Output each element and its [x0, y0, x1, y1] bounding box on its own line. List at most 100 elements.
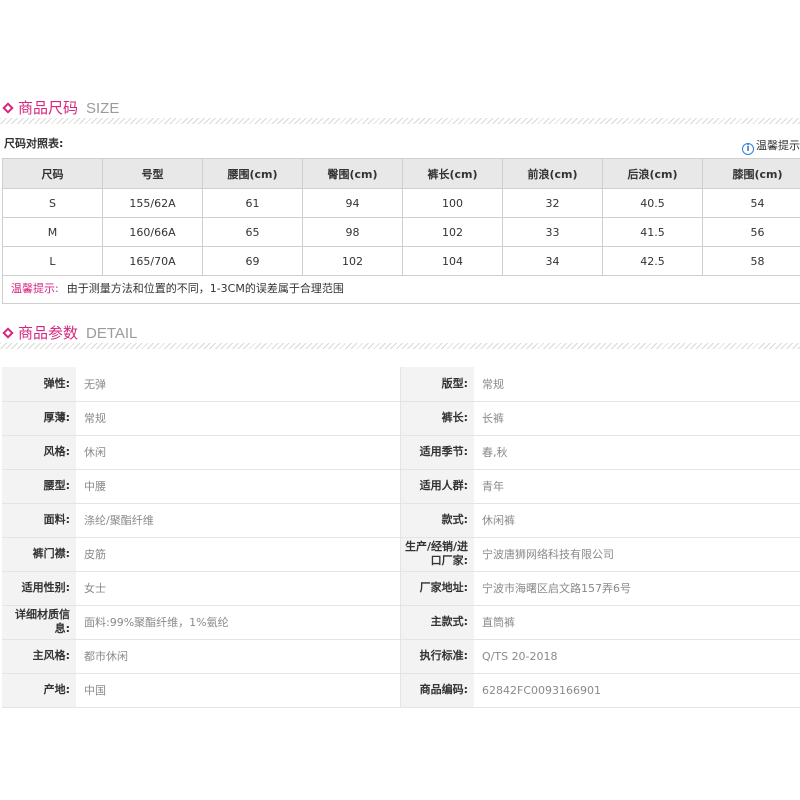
size-header-cell: 号型	[102, 158, 203, 189]
size-header-cell: 膝围(cm)	[702, 158, 800, 189]
detail-row: 详细材质信息: 面料:99%聚酯纤维，1%氨纶 主款式: 直筒裤	[2, 605, 800, 640]
detail-value: 宁波唐狮网络科技有限公司	[474, 537, 800, 572]
detail-value: 面料:99%聚酯纤维，1%氨纶	[76, 605, 401, 640]
detail-row: 主风格: 都市休闲 执行标准: Q/TS 20-2018	[2, 639, 800, 674]
detail-value: 皮筋	[76, 537, 401, 572]
detail-key: 弹性:	[2, 367, 76, 402]
detail-value: 休闲裤	[474, 503, 800, 538]
detail-value: 涤纶/聚酯纤维	[76, 503, 401, 538]
size-cell: 104	[402, 246, 503, 276]
detail-key: 腰型:	[2, 469, 76, 504]
size-cell: 100	[402, 188, 503, 218]
size-chart-label: 尺码对照表:	[4, 137, 64, 150]
size-note-text: 由于测量方法和位置的不同，1-3CM的误差属于合理范围	[66, 282, 344, 295]
size-cell: 69	[202, 246, 303, 276]
size-section-header: 商品尺码 SIZE	[0, 98, 800, 124]
size-cell: 58	[702, 246, 800, 276]
diamond-icon	[2, 327, 14, 339]
size-table-header-row: 尺码 号型 腰围(cm) 臀围(cm) 裤长(cm) 前浪(cm) 后浪(cm)…	[2, 158, 800, 189]
detail-value: 都市休闲	[76, 639, 401, 674]
detail-key: 适用人群:	[400, 469, 474, 504]
size-cell: L	[2, 246, 103, 276]
detail-key: 产地:	[2, 673, 76, 708]
detail-row: 裤门襟: 皮筋 生产/经销/进口厂家: 宁波唐狮网络科技有限公司	[2, 537, 800, 572]
detail-row: 厚薄: 常规 裤长: 长裤	[2, 401, 800, 436]
detail-key: 执行标准:	[400, 639, 474, 674]
detail-key: 适用季节:	[400, 435, 474, 470]
size-note: 温馨提示: 由于测量方法和位置的不同，1-3CM的误差属于合理范围	[2, 275, 800, 304]
diamond-icon	[2, 102, 14, 114]
size-cell: 40.5	[602, 188, 703, 218]
detail-row: 弹性: 无弹 版型: 常规	[2, 367, 800, 402]
detail-value: 62842FC0093166901	[474, 673, 800, 708]
size-cell: 102	[402, 217, 503, 247]
detail-key: 风格:	[2, 435, 76, 470]
detail-key: 版型:	[400, 367, 474, 402]
size-cell: 56	[702, 217, 800, 247]
size-cell: 42.5	[602, 246, 703, 276]
size-header-cell: 腰围(cm)	[202, 158, 303, 189]
detail-value: 无弹	[76, 367, 401, 402]
size-cell: 155/62A	[102, 188, 203, 218]
detail-key: 主风格:	[2, 639, 76, 674]
size-header-cell: 臀围(cm)	[302, 158, 403, 189]
section-divider	[0, 118, 800, 124]
size-table: 尺码 号型 腰围(cm) 臀围(cm) 裤长(cm) 前浪(cm) 后浪(cm)…	[2, 158, 800, 276]
table-row: L 165/70A 69 102 104 34 42.5 58	[2, 246, 800, 276]
size-tip-link[interactable]: i 温馨提示	[742, 137, 800, 155]
size-cell: 65	[202, 217, 303, 247]
detail-value: Q/TS 20-2018	[474, 639, 800, 674]
size-note-label: 温馨提示:	[11, 282, 59, 295]
detail-key: 裤长:	[400, 401, 474, 436]
detail-row: 面料: 涤纶/聚酯纤维 款式: 休闲裤	[2, 503, 800, 538]
detail-row: 风格: 休闲 适用季节: 春,秋	[2, 435, 800, 470]
size-cell: 94	[302, 188, 403, 218]
detail-value: 常规	[474, 367, 800, 402]
size-cell: 160/66A	[102, 217, 203, 247]
size-header-cell: 裤长(cm)	[402, 158, 503, 189]
size-cell: 61	[202, 188, 303, 218]
detail-key: 面料:	[2, 503, 76, 538]
size-section-title: 商品尺码	[18, 99, 79, 117]
size-cell: 98	[302, 217, 403, 247]
size-section-subtitle: SIZE	[86, 100, 120, 117]
detail-value: 女士	[76, 571, 401, 606]
detail-key: 厂家地址:	[400, 571, 474, 606]
detail-row: 产地: 中国 商品编码: 62842FC0093166901	[2, 673, 800, 708]
detail-key: 适用性别:	[2, 571, 76, 606]
detail-value: 长裤	[474, 401, 800, 436]
size-tip-link-label: 温馨提示	[756, 139, 800, 152]
size-cell: 41.5	[602, 217, 703, 247]
detail-key: 生产/经销/进口厂家:	[400, 537, 474, 572]
size-cell: 165/70A	[102, 246, 203, 276]
detail-value: 中国	[76, 673, 401, 708]
detail-value: 春,秋	[474, 435, 800, 470]
size-cell: 32	[502, 188, 603, 218]
detail-row: 腰型: 中腰 适用人群: 青年	[2, 469, 800, 504]
detail-key: 详细材质信息:	[2, 605, 76, 640]
detail-value: 青年	[474, 469, 800, 504]
size-header-cell: 尺码	[2, 158, 103, 189]
size-cell: 33	[502, 217, 603, 247]
section-divider	[0, 343, 800, 349]
detail-table: 弹性: 无弹 版型: 常规 厚薄: 常规 裤长: 长裤 风格: 休闲 适用季节:…	[2, 367, 800, 708]
detail-value: 中腰	[76, 469, 401, 504]
detail-section-header: 商品参数 DETAIL	[0, 323, 800, 349]
detail-key: 主款式:	[400, 605, 474, 640]
size-cell: S	[2, 188, 103, 218]
detail-row: 适用性别: 女士 厂家地址: 宁波市海曙区启文路157弄6号	[2, 571, 800, 606]
size-cell: 54	[702, 188, 800, 218]
size-cell: M	[2, 217, 103, 247]
detail-section-title: 商品参数	[18, 324, 79, 342]
detail-key: 厚薄:	[2, 401, 76, 436]
detail-key: 商品编码:	[400, 673, 474, 708]
size-header-cell: 前浪(cm)	[502, 158, 603, 189]
detail-value: 直筒裤	[474, 605, 800, 640]
size-cell: 102	[302, 246, 403, 276]
detail-key: 裤门襟:	[2, 537, 76, 572]
detail-value: 常规	[76, 401, 401, 436]
detail-value: 宁波市海曙区启文路157弄6号	[474, 571, 800, 606]
detail-section-subtitle: DETAIL	[86, 325, 138, 342]
table-row: M 160/66A 65 98 102 33 41.5 56	[2, 217, 800, 247]
detail-key: 款式:	[400, 503, 474, 538]
